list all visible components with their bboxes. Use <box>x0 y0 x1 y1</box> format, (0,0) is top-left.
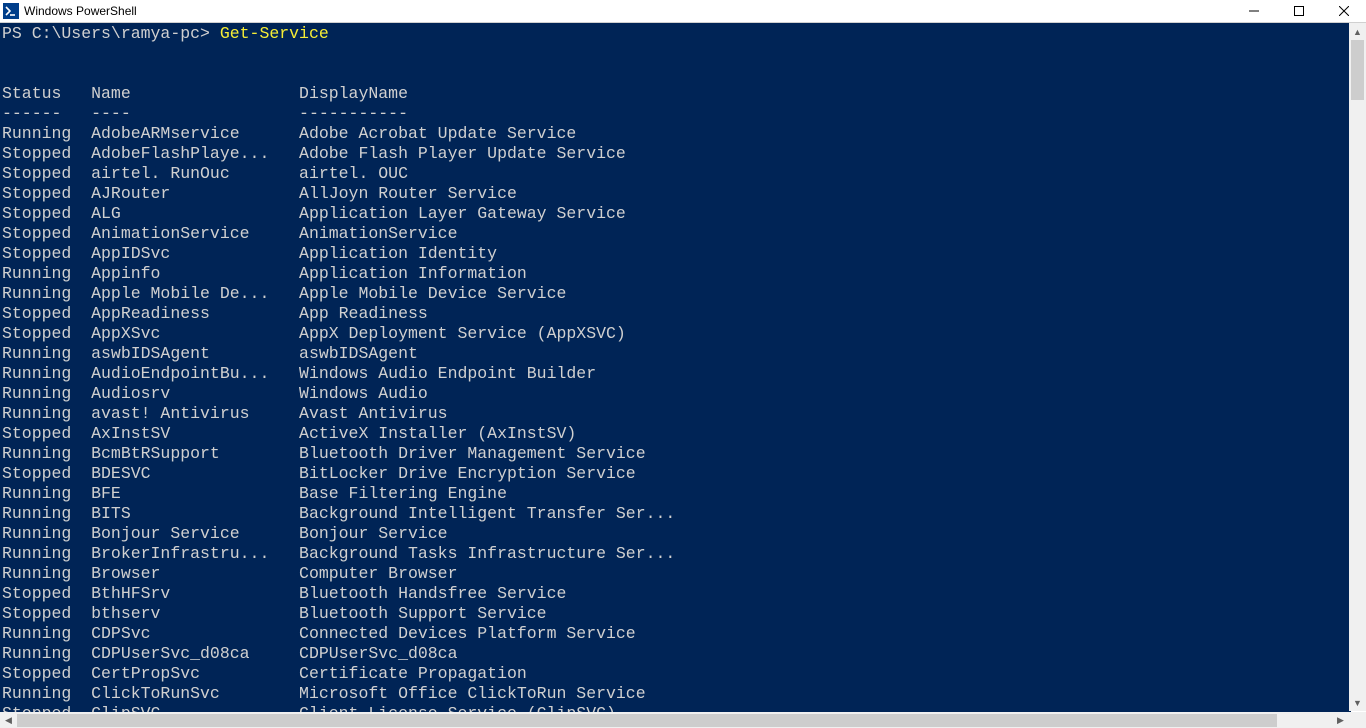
scroll-up-button[interactable]: ▲ <box>1349 23 1366 40</box>
service-row: Stopped AxInstSV ActiveX Installer (AxIn… <box>2 424 1351 444</box>
service-row: Stopped BthHFSrv Bluetooth Handsfree Ser… <box>2 584 1351 604</box>
maximize-button[interactable] <box>1276 0 1321 22</box>
service-row: Stopped AnimationService AnimationServic… <box>2 224 1351 244</box>
powershell-icon <box>3 3 19 19</box>
prompt-line: PS C:\Users\ramya-pc> Get-Service <box>2 24 1351 44</box>
service-row: Stopped airtel. RunOuc airtel. OUC <box>2 164 1351 184</box>
service-row: Running BcmBtRSupport Bluetooth Driver M… <box>2 444 1351 464</box>
vertical-scrollbar[interactable]: ▲ ▼ <box>1349 23 1366 711</box>
scroll-right-button[interactable]: ▶ <box>1332 712 1349 728</box>
console-area: PS C:\Users\ramya-pc> Get-Service Status… <box>0 23 1366 728</box>
service-row: Stopped ClipSVC Client License Service (… <box>2 704 1351 712</box>
column-underline: ------ ---- ----------- <box>2 104 408 123</box>
terminal-output[interactable]: PS C:\Users\ramya-pc> Get-Service Status… <box>0 23 1351 712</box>
service-row: Stopped ALG Application Layer Gateway Se… <box>2 204 1351 224</box>
service-row: Running Appinfo Application Information <box>2 264 1351 284</box>
service-row: Running BITS Background Intelligent Tran… <box>2 504 1351 524</box>
service-row: Running AudioEndpointBu... Windows Audio… <box>2 364 1351 384</box>
vertical-scroll-thumb[interactable] <box>1351 40 1364 100</box>
window-title: Windows PowerShell <box>24 4 137 18</box>
minimize-button[interactable] <box>1231 0 1276 22</box>
service-row: Running BFE Base Filtering Engine <box>2 484 1351 504</box>
scrollbar-corner <box>1349 712 1366 728</box>
horizontal-scroll-thumb[interactable] <box>17 714 1277 727</box>
service-row: Running Audiosrv Windows Audio <box>2 384 1351 404</box>
service-row: Running avast! Antivirus Avast Antivirus <box>2 404 1351 424</box>
command-text: Get-Service <box>220 24 329 43</box>
scroll-left-button[interactable]: ◀ <box>0 712 17 728</box>
service-row: Running Apple Mobile De... Apple Mobile … <box>2 284 1351 304</box>
service-row: Stopped AppIDSvc Application Identity <box>2 244 1351 264</box>
service-row: Stopped bthserv Bluetooth Support Servic… <box>2 604 1351 624</box>
service-row: Running CDPUserSvc_d08ca CDPUserSvc_d08c… <box>2 644 1351 664</box>
prompt-text: PS C:\Users\ramya-pc> <box>2 24 220 43</box>
service-row: Stopped CertPropSvc Certificate Propagat… <box>2 664 1351 684</box>
service-row: Stopped AdobeFlashPlaye... Adobe Flash P… <box>2 144 1351 164</box>
service-row: Running Browser Computer Browser <box>2 564 1351 584</box>
service-row: Running aswbIDSAgent aswbIDSAgent <box>2 344 1351 364</box>
service-row: Stopped AppReadiness App Readiness <box>2 304 1351 324</box>
service-row: Stopped BDESVC BitLocker Drive Encryptio… <box>2 464 1351 484</box>
service-row: Running ClickToRunSvc Microsoft Office C… <box>2 684 1351 704</box>
window-titlebar[interactable]: Windows PowerShell <box>0 0 1366 23</box>
close-button[interactable] <box>1321 0 1366 22</box>
service-row: Running CDPSvc Connected Devices Platfor… <box>2 624 1351 644</box>
service-row: Running BrokerInfrastru... Background Ta… <box>2 544 1351 564</box>
horizontal-scrollbar[interactable]: ◀ ▶ <box>0 712 1349 728</box>
service-row: Stopped AJRouter AllJoyn Router Service <box>2 184 1351 204</box>
column-headers: Status Name DisplayName <box>2 84 408 103</box>
service-row: Stopped AppXSvc AppX Deployment Service … <box>2 324 1351 344</box>
service-row: Running Bonjour Service Bonjour Service <box>2 524 1351 544</box>
scroll-down-button[interactable]: ▼ <box>1349 694 1366 711</box>
service-row: Running AdobeARMservice Adobe Acrobat Up… <box>2 124 1351 144</box>
